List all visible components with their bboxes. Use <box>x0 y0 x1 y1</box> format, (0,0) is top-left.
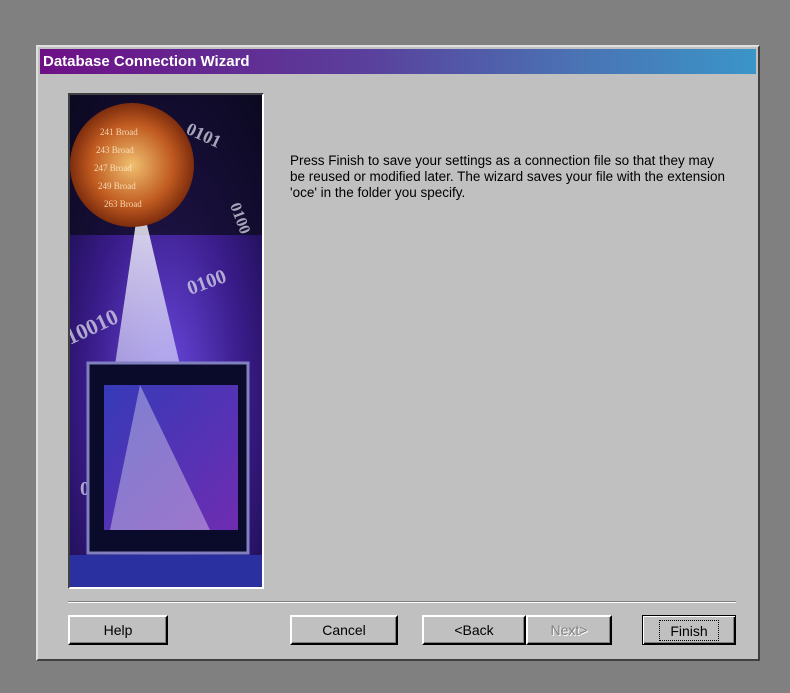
svg-text:249 Broad: 249 Broad <box>98 181 136 191</box>
back-button[interactable]: <Back <box>422 615 526 645</box>
help-button[interactable]: Help <box>68 615 168 645</box>
svg-text:263 Broad: 263 Broad <box>104 199 142 209</box>
svg-text:247 Broad: 247 Broad <box>94 163 132 173</box>
cancel-button[interactable]: Cancel <box>290 615 398 645</box>
svg-text:243 Broad: 243 Broad <box>96 145 134 155</box>
window-title: Database Connection Wizard <box>40 49 756 74</box>
finish-instructions: Press Finish to save your settings as a … <box>290 153 725 200</box>
finish-button[interactable]: Finish <box>642 615 736 645</box>
svg-text:241 Broad: 241 Broad <box>100 127 138 137</box>
wizard-illustration: 241 Broad 243 Broad 247 Broad 249 Broad … <box>68 93 264 589</box>
finish-button-label: Finish <box>659 619 719 641</box>
wizard-dialog: Database Connection Wizard 241 Broad 243… <box>36 45 760 661</box>
next-button: Next> <box>526 615 612 645</box>
button-separator <box>68 601 736 603</box>
